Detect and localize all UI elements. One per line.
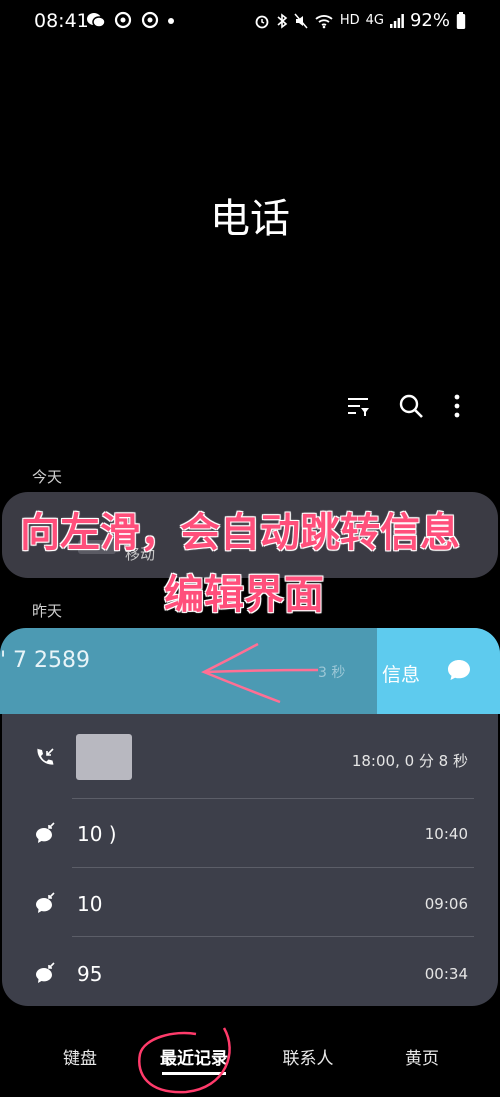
section-yesterday: 昨天 bbox=[32, 602, 63, 620]
system-icons: HD 4G 92% bbox=[254, 10, 466, 31]
annotation-text-line1: 向左滑，会自动跳转信息 bbox=[20, 510, 460, 556]
netease-icon bbox=[115, 11, 132, 29]
message-bubble-icon bbox=[448, 660, 470, 680]
page-title: 电话 bbox=[210, 196, 290, 242]
search-icon bbox=[399, 394, 423, 418]
nav-yellow-pages[interactable]: 黄页 bbox=[400, 1044, 444, 1069]
call-log-item[interactable] bbox=[0, 799, 500, 867]
circle-annotation bbox=[138, 1027, 231, 1094]
battery-percent: 92% bbox=[409, 10, 450, 31]
swipe-arrow-annotation bbox=[200, 642, 319, 704]
call-log-item[interactable] bbox=[0, 868, 500, 936]
netease-icon-2 bbox=[141, 11, 158, 29]
more-options-button[interactable] bbox=[441, 390, 473, 422]
search-button[interactable] bbox=[395, 390, 427, 422]
nav-contacts[interactable]: 联系人 bbox=[280, 1044, 336, 1069]
call-log-item[interactable] bbox=[0, 937, 500, 1005]
mute-icon bbox=[294, 13, 308, 28]
wechat-icon bbox=[87, 13, 106, 28]
network-label: 4G bbox=[365, 13, 384, 28]
annotation-text-line2: 编辑界面 bbox=[164, 572, 324, 618]
battery-icon bbox=[456, 11, 466, 29]
hd-label: HD bbox=[339, 13, 360, 28]
message-action-label: 信息 bbox=[382, 664, 421, 686]
call-log-item[interactable] bbox=[0, 714, 500, 798]
section-today: 今天 bbox=[32, 468, 63, 486]
call-duration: 3 秒 bbox=[318, 665, 346, 681]
nav-keypad[interactable]: 键盘 bbox=[58, 1044, 102, 1069]
signal-icon bbox=[389, 13, 404, 28]
status-bar: 08:41 HD 4G 92% bbox=[0, 0, 500, 44]
bluetooth-icon bbox=[277, 12, 288, 29]
wifi-icon bbox=[315, 14, 333, 28]
filter-icon bbox=[348, 398, 369, 416]
dot-icon bbox=[168, 18, 175, 24]
filter-button[interactable] bbox=[342, 390, 374, 422]
call-number: ' 7 2589 bbox=[0, 648, 91, 673]
alarm-icon bbox=[255, 15, 269, 28]
notification-icons bbox=[86, 10, 175, 30]
more-vertical-icon bbox=[454, 394, 460, 418]
status-time: 08:41 bbox=[34, 10, 89, 32]
